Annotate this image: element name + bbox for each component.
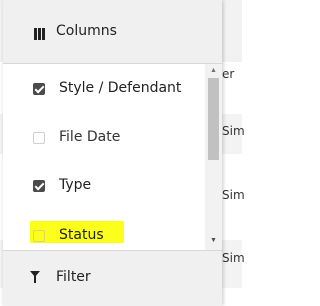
checkbox-unchecked[interactable] — [33, 132, 45, 144]
column-list-scrollbar[interactable]: ▲ ▼ — [205, 64, 222, 250]
columns-header[interactable]: Columns — [3, 0, 222, 64]
scroll-thumb[interactable] — [208, 78, 219, 160]
filter-label: Filter — [56, 269, 91, 285]
columns-icon — [34, 28, 46, 40]
column-item-type[interactable]: Type — [21, 168, 207, 204]
scroll-down-arrow-icon[interactable]: ▼ — [210, 234, 217, 248]
column-item-label: File Date — [59, 129, 121, 145]
table-cell: Sim — [222, 124, 245, 138]
table-cell: Sim — [222, 251, 245, 265]
checkbox-checked[interactable] — [33, 180, 45, 192]
filter-icon-stem — [34, 276, 36, 283]
checkbox-checked[interactable] — [33, 83, 45, 95]
columns-label: Columns — [56, 23, 117, 39]
column-item-style-defendant[interactable]: Style / Defendant — [21, 71, 207, 107]
column-item-file-date[interactable]: File Date — [21, 120, 207, 156]
column-item-label: Status — [59, 227, 104, 243]
column-item-label: Style / Defendant — [59, 80, 182, 96]
table-cell: Sim — [222, 188, 245, 202]
table-header-cell: er — [222, 67, 235, 81]
column-chooser-menu: Columns Style / Defendant File Date Type… — [3, 0, 222, 306]
filter-section[interactable]: Filter — [3, 250, 222, 306]
column-item-status[interactable]: Status — [21, 218, 207, 254]
column-item-label: Type — [59, 177, 92, 193]
checkbox-unchecked[interactable] — [33, 230, 45, 242]
scroll-up-arrow-icon[interactable]: ▲ — [210, 64, 217, 78]
